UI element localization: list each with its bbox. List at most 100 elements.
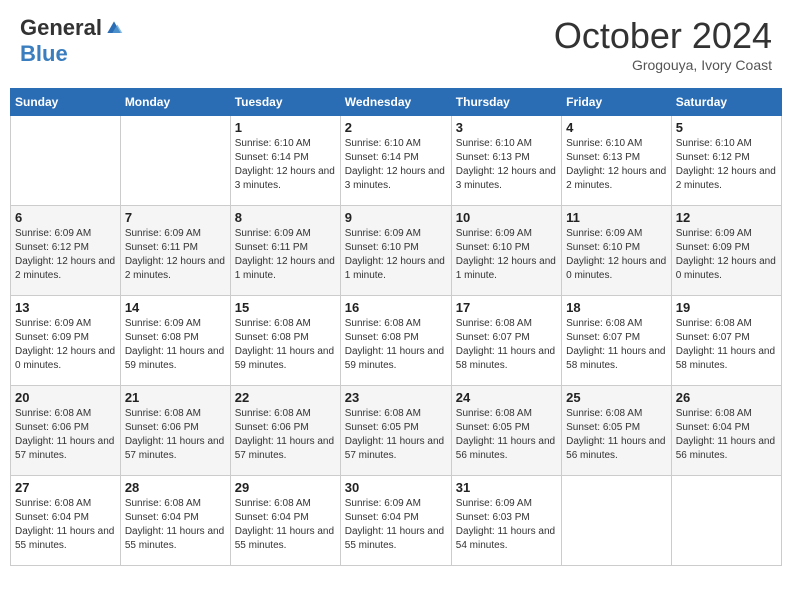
weekday-header-wednesday: Wednesday — [340, 89, 451, 116]
calendar-cell: 3 Sunrise: 6:10 AM Sunset: 6:13 PM Daylig… — [451, 116, 561, 206]
calendar-cell: 21 Sunrise: 6:08 AM Sunset: 6:06 PM Dayli… — [120, 386, 230, 476]
calendar-cell: 9 Sunrise: 6:09 AM Sunset: 6:10 PM Daylig… — [340, 206, 451, 296]
logo-general-text: General — [20, 15, 102, 41]
calendar-cell — [671, 476, 781, 566]
month-title: October 2024 — [554, 15, 772, 57]
day-info: Sunrise: 6:08 AM Sunset: 6:07 PM Dayligh… — [566, 317, 667, 373]
day-number: 14 — [125, 300, 226, 315]
day-info: Sunrise: 6:09 AM Sunset: 6:08 PM Dayligh… — [125, 317, 226, 373]
day-info: Sunrise: 6:08 AM Sunset: 6:08 PM Dayligh… — [235, 317, 336, 373]
day-number: 3 — [456, 120, 557, 135]
day-number: 11 — [566, 210, 667, 225]
day-number: 19 — [676, 300, 777, 315]
calendar-cell: 5 Sunrise: 6:10 AM Sunset: 6:12 PM Daylig… — [671, 116, 781, 206]
day-number: 31 — [456, 480, 557, 495]
calendar-cell: 29 Sunrise: 6:08 AM Sunset: 6:04 PM Dayli… — [230, 476, 340, 566]
calendar-header: SundayMondayTuesdayWednesdayThursdayFrid… — [11, 89, 782, 116]
weekday-header-thursday: Thursday — [451, 89, 561, 116]
day-number: 7 — [125, 210, 226, 225]
day-number: 23 — [345, 390, 447, 405]
day-number: 12 — [676, 210, 777, 225]
calendar-cell: 30 Sunrise: 6:09 AM Sunset: 6:04 PM Dayli… — [340, 476, 451, 566]
calendar-cell: 19Sunrise: 6:08 AM Sunset: 6:07 PM Dayli… — [671, 296, 781, 386]
day-number: 10 — [456, 210, 557, 225]
logo-blue-text: Blue — [20, 41, 68, 67]
calendar-cell: 12 Sunrise: 6:09 AM Sunset: 6:09 PM Dayli… — [671, 206, 781, 296]
weekday-header-sunday: Sunday — [11, 89, 121, 116]
calendar-cell: 2 Sunrise: 6:10 AM Sunset: 6:14 PM Daylig… — [340, 116, 451, 206]
calendar-cell: 23 Sunrise: 6:08 AM Sunset: 6:05 PM Dayli… — [340, 386, 451, 476]
day-info: Sunrise: 6:09 AM Sunset: 6:10 PM Dayligh… — [456, 227, 557, 283]
day-info: Sunrise: 6:10 AM Sunset: 6:14 PM Dayligh… — [235, 137, 336, 193]
day-info: Sunrise: 6:09 AM Sunset: 6:11 PM Dayligh… — [125, 227, 226, 283]
day-number: 21 — [125, 390, 226, 405]
day-info: Sunrise: 6:10 AM Sunset: 6:12 PM Dayligh… — [676, 137, 777, 193]
calendar-cell: 24Sunrise: 6:08 AM Sunset: 6:05 PM Dayli… — [451, 386, 561, 476]
day-number: 13 — [15, 300, 116, 315]
logo: General Blue — [20, 15, 124, 67]
day-info: Sunrise: 6:08 AM Sunset: 6:04 PM Dayligh… — [125, 497, 226, 553]
day-info: Sunrise: 6:09 AM Sunset: 6:11 PM Dayligh… — [235, 227, 336, 283]
weekday-header-monday: Monday — [120, 89, 230, 116]
calendar-cell: 11 Sunrise: 6:09 AM Sunset: 6:10 PM Dayli… — [562, 206, 672, 296]
day-number: 16 — [345, 300, 447, 315]
day-info: Sunrise: 6:08 AM Sunset: 6:05 PM Dayligh… — [345, 407, 447, 463]
day-info: Sunrise: 6:08 AM Sunset: 6:04 PM Dayligh… — [15, 497, 116, 553]
day-number: 28 — [125, 480, 226, 495]
day-number: 4 — [566, 120, 667, 135]
day-number: 29 — [235, 480, 336, 495]
day-info: Sunrise: 6:09 AM Sunset: 6:04 PM Dayligh… — [345, 497, 447, 553]
calendar-cell: 8 Sunrise: 6:09 AM Sunset: 6:11 PM Daylig… — [230, 206, 340, 296]
calendar-cell: 25Sunrise: 6:08 AM Sunset: 6:05 PM Dayli… — [562, 386, 672, 476]
day-number: 26 — [676, 390, 777, 405]
day-number: 9 — [345, 210, 447, 225]
day-number: 2 — [345, 120, 447, 135]
day-info: Sunrise: 6:09 AM Sunset: 6:10 PM Dayligh… — [345, 227, 447, 283]
calendar-cell — [562, 476, 672, 566]
day-info: Sunrise: 6:10 AM Sunset: 6:14 PM Dayligh… — [345, 137, 447, 193]
day-info: Sunrise: 6:10 AM Sunset: 6:13 PM Dayligh… — [456, 137, 557, 193]
day-number: 30 — [345, 480, 447, 495]
day-number: 6 — [15, 210, 116, 225]
day-number: 18 — [566, 300, 667, 315]
calendar-cell: 18 Sunrise: 6:08 AM Sunset: 6:07 PM Dayli… — [562, 296, 672, 386]
day-number: 27 — [15, 480, 116, 495]
calendar-cell: 20Sunrise: 6:08 AM Sunset: 6:06 PM Dayli… — [11, 386, 121, 476]
calendar-cell: 10 Sunrise: 6:09 AM Sunset: 6:10 PM Dayli… — [451, 206, 561, 296]
day-number: 5 — [676, 120, 777, 135]
day-info: Sunrise: 6:09 AM Sunset: 6:09 PM Dayligh… — [676, 227, 777, 283]
day-number: 17 — [456, 300, 557, 315]
calendar-cell: 17Sunrise: 6:08 AM Sunset: 6:07 PM Dayli… — [451, 296, 561, 386]
calendar-cell: 6 Sunrise: 6:09 AM Sunset: 6:12 PM Daylig… — [11, 206, 121, 296]
day-info: Sunrise: 6:08 AM Sunset: 6:08 PM Dayligh… — [345, 317, 447, 373]
calendar-week-2: 6 Sunrise: 6:09 AM Sunset: 6:12 PM Daylig… — [11, 206, 782, 296]
day-info: Sunrise: 6:08 AM Sunset: 6:04 PM Dayligh… — [235, 497, 336, 553]
calendar-week-3: 13Sunrise: 6:09 AM Sunset: 6:09 PM Dayli… — [11, 296, 782, 386]
calendar-cell: 28 Sunrise: 6:08 AM Sunset: 6:04 PM Dayli… — [120, 476, 230, 566]
day-info: Sunrise: 6:08 AM Sunset: 6:06 PM Dayligh… — [15, 407, 116, 463]
day-info: Sunrise: 6:08 AM Sunset: 6:05 PM Dayligh… — [566, 407, 667, 463]
day-info: Sunrise: 6:08 AM Sunset: 6:06 PM Dayligh… — [125, 407, 226, 463]
calendar-cell: 4 Sunrise: 6:10 AM Sunset: 6:13 PM Daylig… — [562, 116, 672, 206]
calendar-cell: 13Sunrise: 6:09 AM Sunset: 6:09 PM Dayli… — [11, 296, 121, 386]
calendar-cell: 27 Sunrise: 6:08 AM Sunset: 6:04 PM Dayli… — [11, 476, 121, 566]
calendar-cell — [11, 116, 121, 206]
day-info: Sunrise: 6:09 AM Sunset: 6:12 PM Dayligh… — [15, 227, 116, 283]
day-info: Sunrise: 6:08 AM Sunset: 6:06 PM Dayligh… — [235, 407, 336, 463]
day-info: Sunrise: 6:09 AM Sunset: 6:10 PM Dayligh… — [566, 227, 667, 283]
day-info: Sunrise: 6:09 AM Sunset: 6:03 PM Dayligh… — [456, 497, 557, 553]
day-info: Sunrise: 6:10 AM Sunset: 6:13 PM Dayligh… — [566, 137, 667, 193]
weekday-row: SundayMondayTuesdayWednesdayThursdayFrid… — [11, 89, 782, 116]
day-number: 15 — [235, 300, 336, 315]
day-number: 8 — [235, 210, 336, 225]
calendar-week-5: 27 Sunrise: 6:08 AM Sunset: 6:04 PM Dayli… — [11, 476, 782, 566]
calendar-body: 1Sunrise: 6:10 AM Sunset: 6:14 PM Daylig… — [11, 116, 782, 566]
weekday-header-tuesday: Tuesday — [230, 89, 340, 116]
calendar-cell: 7 Sunrise: 6:09 AM Sunset: 6:11 PM Daylig… — [120, 206, 230, 296]
weekday-header-saturday: Saturday — [671, 89, 781, 116]
calendar-cell: 26Sunrise: 6:08 AM Sunset: 6:04 PM Dayli… — [671, 386, 781, 476]
calendar-table: SundayMondayTuesdayWednesdayThursdayFrid… — [10, 88, 782, 566]
calendar-week-4: 20Sunrise: 6:08 AM Sunset: 6:06 PM Dayli… — [11, 386, 782, 476]
calendar-cell: 16 Sunrise: 6:08 AM Sunset: 6:08 PM Dayli… — [340, 296, 451, 386]
calendar-cell: 22Sunrise: 6:08 AM Sunset: 6:06 PM Dayli… — [230, 386, 340, 476]
